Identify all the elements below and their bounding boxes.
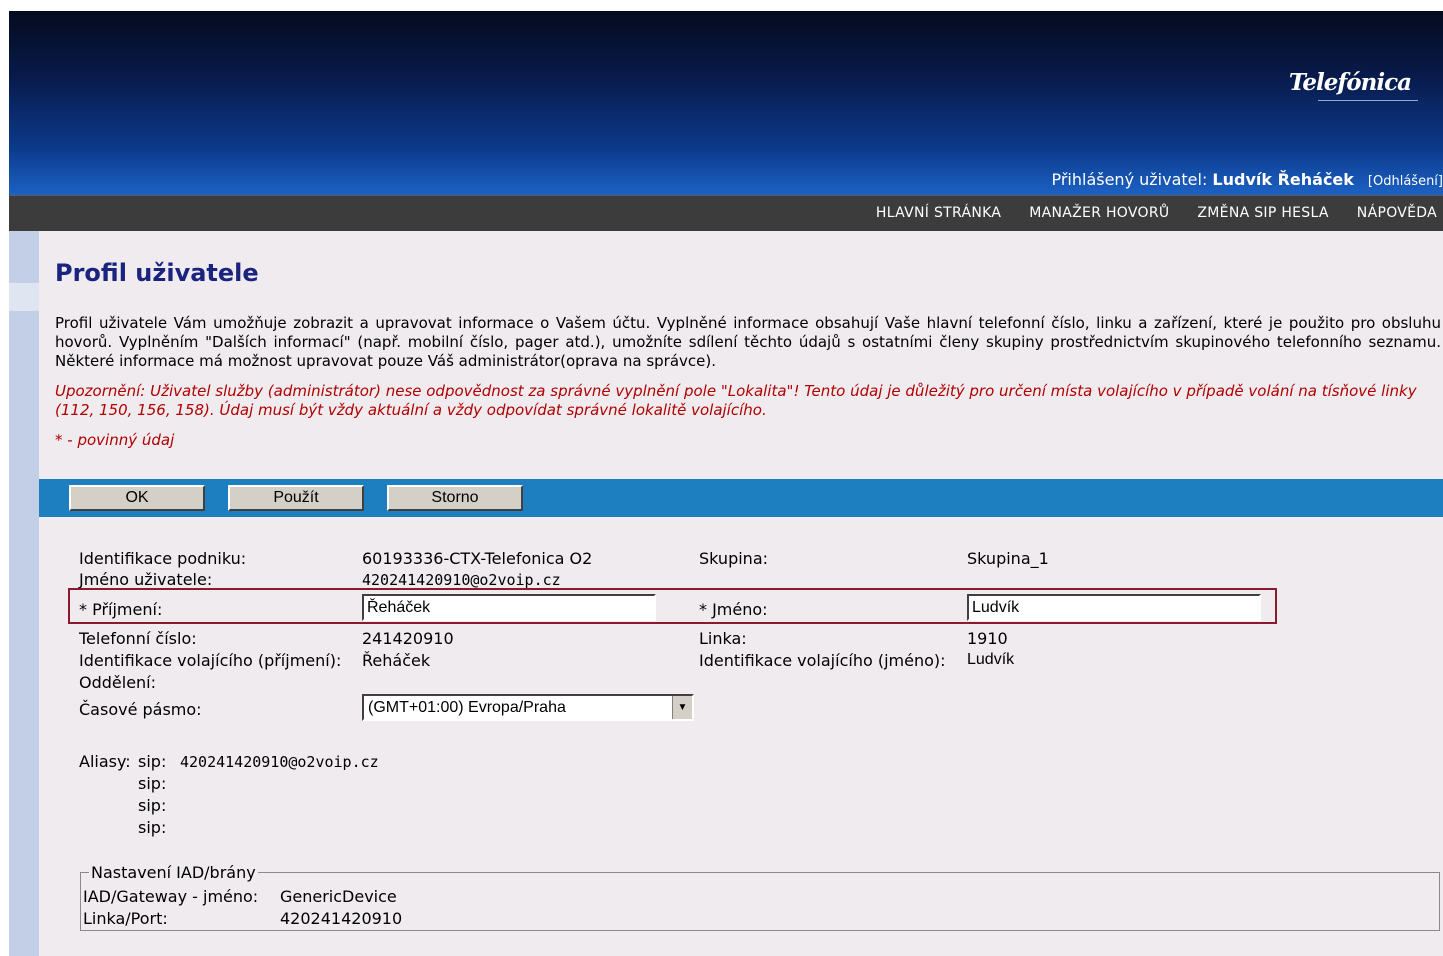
page-frame: Telefónica Přihlášený uživatel: Ludvík Ř… <box>9 11 1443 956</box>
timezone-selected-value: (GMT+01:00) Evropa/Praha <box>368 699 566 716</box>
alias-2-prefix: sip: <box>138 774 167 793</box>
username-value: 420241420910@o2voip.cz <box>362 571 561 589</box>
logged-user-bar: Přihlášený uživatel: Ludvík Řeháček [Odhl… <box>1051 170 1443 189</box>
line-label: Linka: <box>699 629 747 648</box>
timezone-label: Časové pásmo: <box>79 700 202 719</box>
group-value: Skupina_1 <box>967 549 1049 568</box>
left-sidebar-strip <box>9 231 39 956</box>
line-value: 1910 <box>967 629 1008 648</box>
surname-input[interactable]: Řeháček <box>362 594 656 621</box>
chevron-down-icon[interactable]: ▼ <box>672 696 692 719</box>
menu-item-help[interactable]: NÁPOVĚDA <box>1357 205 1437 221</box>
warning-text: Upozornění: Uživatel služby (administrát… <box>55 382 1417 419</box>
iad-name-value: GenericDevice <box>280 887 397 906</box>
brand-underline <box>1318 100 1418 101</box>
brand-logo: Telefónica <box>1288 69 1412 96</box>
main-menu-bar: HLAVNÍ STRÁNKA MANAŽER HOVORŮ ZMĚNA SIP … <box>9 195 1443 232</box>
alias-3-prefix: sip: <box>138 796 167 815</box>
callerid-name-label: Identifikace volajícího (jméno): <box>699 651 946 670</box>
menu-item-call-manager[interactable]: MANAŽER HOVORŮ <box>1029 205 1169 221</box>
callerid-surname-label: Identifikace volajícího (příjmení): <box>79 651 342 670</box>
surname-label: * Příjmení: <box>79 600 163 619</box>
main-menu: HLAVNÍ STRÁNKA MANAŽER HOVORŮ ZMĚNA SIP … <box>876 205 1437 221</box>
enterprise-value: 60193336-CTX-Telefonica O2 <box>362 549 593 568</box>
alias-4-prefix: sip: <box>138 818 167 837</box>
iad-port-value: 420241420910 <box>280 909 403 928</box>
callerid-surname-value: Řeháček <box>362 651 431 670</box>
required-note: * - povinný údaj <box>55 431 175 449</box>
iad-settings-legend: Nastavení IAD/brány <box>91 863 256 882</box>
username-label: Jméno uživatele: <box>79 570 213 589</box>
iad-name-label: IAD/Gateway - jméno: <box>83 887 259 906</box>
header-banner: Telefónica Přihlášený uživatel: Ludvík Ř… <box>9 11 1443 195</box>
iad-port-label: Linka/Port: <box>83 909 168 928</box>
firstname-input[interactable]: Ludvík <box>967 594 1261 621</box>
enterprise-label: Identifikace podniku: <box>79 549 247 568</box>
ok-button[interactable]: OK <box>69 485 205 511</box>
group-label: Skupina: <box>699 549 769 568</box>
user-label: Přihlášený uživatel: <box>1051 170 1213 189</box>
logout-link[interactable]: [Odhlášení] <box>1368 174 1443 189</box>
page-description: Profil uživatele Vám umožňuje zobrazit a… <box>55 314 1441 370</box>
menu-item-sip-password[interactable]: ZMĚNA SIP HESLA <box>1197 205 1328 221</box>
phone-value: 241420910 <box>362 629 454 648</box>
button-bar: OK Použít Storno <box>39 479 1443 517</box>
department-label: Oddělení: <box>79 673 157 692</box>
firstname-label: * Jméno: <box>699 600 768 619</box>
aliases-label: Aliasy: <box>79 752 131 771</box>
phone-label: Telefonní číslo: <box>79 629 197 648</box>
alias-1-prefix: sip: <box>138 752 167 771</box>
left-sidebar-notch <box>9 283 39 311</box>
user-name: Ludvík Řeháček <box>1212 170 1354 189</box>
page-title: Profil uživatele <box>55 259 259 287</box>
apply-button[interactable]: Použít <box>228 485 364 511</box>
timezone-select[interactable]: (GMT+01:00) Evropa/Praha ▼ <box>362 694 694 721</box>
alias-1-value: 420241420910@o2voip.cz <box>180 753 379 771</box>
menu-item-home[interactable]: HLAVNÍ STRÁNKA <box>876 205 1001 221</box>
cancel-button[interactable]: Storno <box>387 485 523 511</box>
callerid-name-value: Ludvík <box>967 651 1015 668</box>
main-content: Profil uživatele Profil uživatele Vám um… <box>39 231 1443 956</box>
